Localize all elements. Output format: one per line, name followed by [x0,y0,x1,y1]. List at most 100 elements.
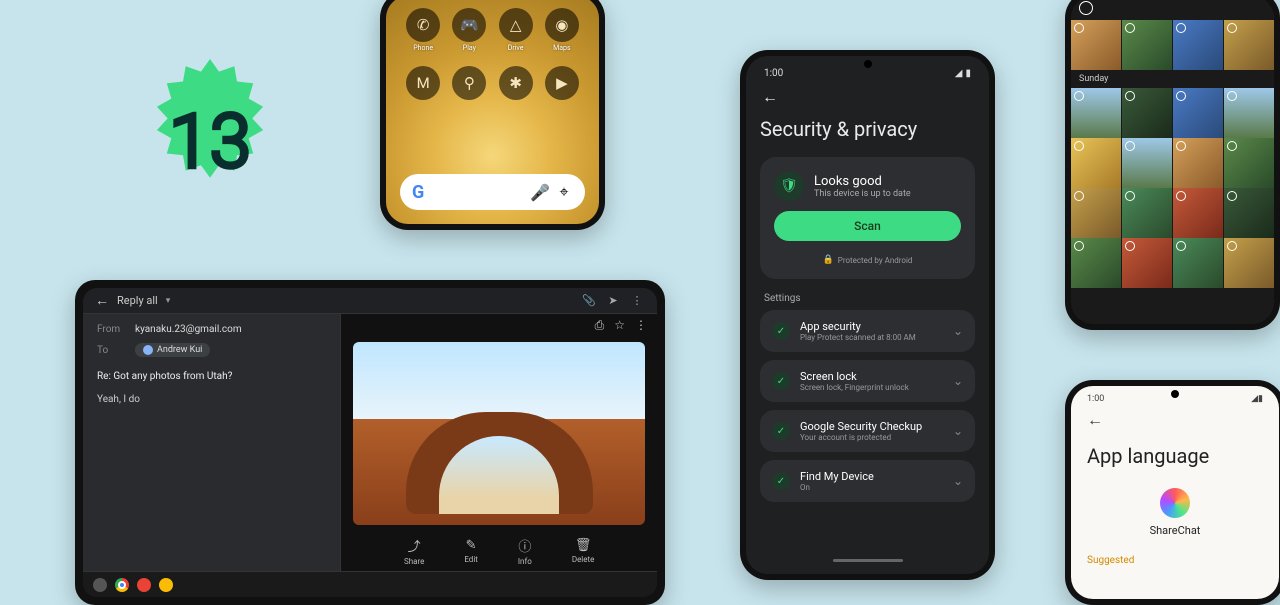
google-search-bar[interactable]: G 🎤 ⌖ [400,174,585,210]
photo-thumb[interactable] [1071,188,1121,238]
chromeos-shelf [83,571,657,597]
mic-icon[interactable]: 🎤 [531,183,549,201]
android-13-badge: 13 13 [120,50,300,230]
photo-thumb[interactable] [1071,88,1121,138]
lens-icon[interactable]: ⌖ [555,183,573,201]
camera-notch [1171,390,1179,398]
photo-viewer-pane: ⎙ ☆ ⋮ ⤴Share ✎Edit ⓘInfo 🗑Delete [341,314,657,571]
photo-thumb[interactable] [1224,238,1274,288]
gmail-icon[interactable]: M [406,66,440,100]
day-header: Sunday [1071,70,1274,88]
dropdown-icon[interactable]: ▾ [166,296,171,306]
photo-thumb[interactable] [1224,88,1274,138]
photo-thumb[interactable] [1122,88,1172,138]
setting-screen-lock[interactable]: ✓ Screen lockScreen lock, Fingerprint un… [760,360,975,402]
photo-thumb[interactable] [1122,138,1172,188]
recipient-chip[interactable]: Andrew Kui [135,343,210,357]
check-icon: ✓ [772,422,790,440]
gmail-shelf-icon[interactable] [137,578,151,592]
to-label: To [97,345,127,356]
google-logo: G [412,182,424,203]
setting-app-security[interactable]: ✓ App securityPlay Protect scanned at 8:… [760,310,975,352]
photo-thumb[interactable] [1071,238,1121,288]
status-bar: 1:00 ◢▮ [760,66,975,81]
photo-thumb[interactable] [1173,20,1223,70]
chevron-down-icon: ⌄ [953,424,963,438]
back-arrow-icon[interactable]: ← [1087,410,1263,430]
maps-icon[interactable]: ◉ [545,8,579,42]
photo-thumb[interactable] [1173,88,1223,138]
photo-thumb[interactable] [1224,138,1274,188]
photo-thumb[interactable] [1122,238,1172,288]
status-subtitle: This device is up to date [814,189,911,199]
page-title: App language [1087,444,1263,468]
app-name: ShareChat [1150,524,1201,537]
photo-thumb[interactable] [1071,138,1121,188]
email-compose-pane: From kyanaku.23@gmail.com To Andrew Kui … [83,314,341,571]
photo-thumb[interactable] [1071,20,1121,70]
signal-icon: ◢▮ [1251,394,1263,404]
signal-icon: ▮ [965,68,971,79]
attach-icon[interactable]: 📎 [581,294,597,307]
tablet-header: ← Reply all ▾ 📎 ➤ ⋮ [83,288,657,314]
back-arrow-icon[interactable]: ← [95,292,109,309]
protected-label: 🔒Protected by Android [823,255,913,265]
game-icon[interactable]: 🎮 [452,8,486,42]
chevron-down-icon: ⌄ [953,374,963,388]
photo-thumb[interactable] [1173,188,1223,238]
select-all-icon[interactable] [1079,1,1093,15]
share-button[interactable]: ⤴Share [404,536,424,566]
delete-button[interactable]: 🗑Delete [572,538,595,564]
gesture-bar[interactable] [833,559,903,562]
email-body[interactable]: Yeah, I do [97,394,326,405]
check-icon: ✓ [772,372,790,390]
cast-icon[interactable]: ⎙ [595,318,605,333]
suggested-heading: Suggested [1087,555,1263,566]
drive-icon[interactable]: △ [499,8,533,42]
from-label: From [97,324,127,335]
chrome-icon[interactable] [115,578,129,592]
photo-thumb[interactable] [1173,138,1223,188]
chevron-down-icon: ⌄ [953,474,963,488]
app-shelf-icon[interactable] [159,578,173,592]
pin-icon[interactable]: ⚲ [452,66,486,100]
phone-homescreen: ✆Phone 🎮Play △Drive ◉Maps M ⚲ ✱ ▶ G 🎤 ⌖ [380,0,605,230]
wifi-icon: ◢ [955,68,963,79]
back-arrow-icon[interactable]: ← [762,87,975,107]
phone-security: 1:00 ◢▮ ← Security & privacy 🛡 Looks goo… [740,50,995,580]
sharechat-icon [1160,488,1190,518]
scan-button[interactable]: Scan [774,211,961,241]
more-icon[interactable]: ⋮ [629,294,645,307]
email-subject: Re: Got any photos from Utah? [97,371,326,382]
settings-heading: Settings [764,293,975,304]
svg-text:13: 13 [169,100,251,186]
phone-app-language: 1:00 ◢▮ ← App language ShareChat Suggest… [1065,380,1280,605]
tablet-title: Reply all [117,294,158,307]
setting-find-my-device[interactable]: ✓ Find My DeviceOn ⌄ [760,460,975,502]
info-button[interactable]: ⓘInfo [518,536,532,566]
photo-thumb[interactable] [1122,188,1172,238]
edit-button[interactable]: ✎Edit [464,538,478,564]
star-icon[interactable]: ☆ [614,318,625,332]
shield-icon: 🛡 [774,171,804,201]
setting-google-checkup[interactable]: ✓ Google Security CheckupYour account is… [760,410,975,452]
from-value: kyanaku.23@gmail.com [135,324,242,335]
photo-thumb[interactable] [1224,20,1274,70]
security-status-card: 🛡 Looks good This device is up to date S… [760,157,975,279]
check-icon: ✓ [772,322,790,340]
youtube-icon[interactable]: ▶ [545,66,579,100]
photo-arch[interactable] [353,342,645,525]
status-title: Looks good [814,174,911,189]
photo-thumb[interactable] [1224,188,1274,238]
tablet-device: ← Reply all ▾ 📎 ➤ ⋮ From kyanaku.23@gmai… [75,280,665,605]
camera-notch [864,60,872,68]
launcher-icon[interactable] [93,578,107,592]
photo-thumb[interactable] [1173,238,1223,288]
more-icon[interactable]: ⋮ [635,318,647,332]
photo-thumb[interactable] [1122,20,1172,70]
clock: 1:00 [1087,394,1104,404]
phone-photos: Sunday [1065,0,1280,330]
phone-icon[interactable]: ✆ [406,8,440,42]
send-icon[interactable]: ➤ [605,294,621,307]
photos-icon[interactable]: ✱ [499,66,533,100]
